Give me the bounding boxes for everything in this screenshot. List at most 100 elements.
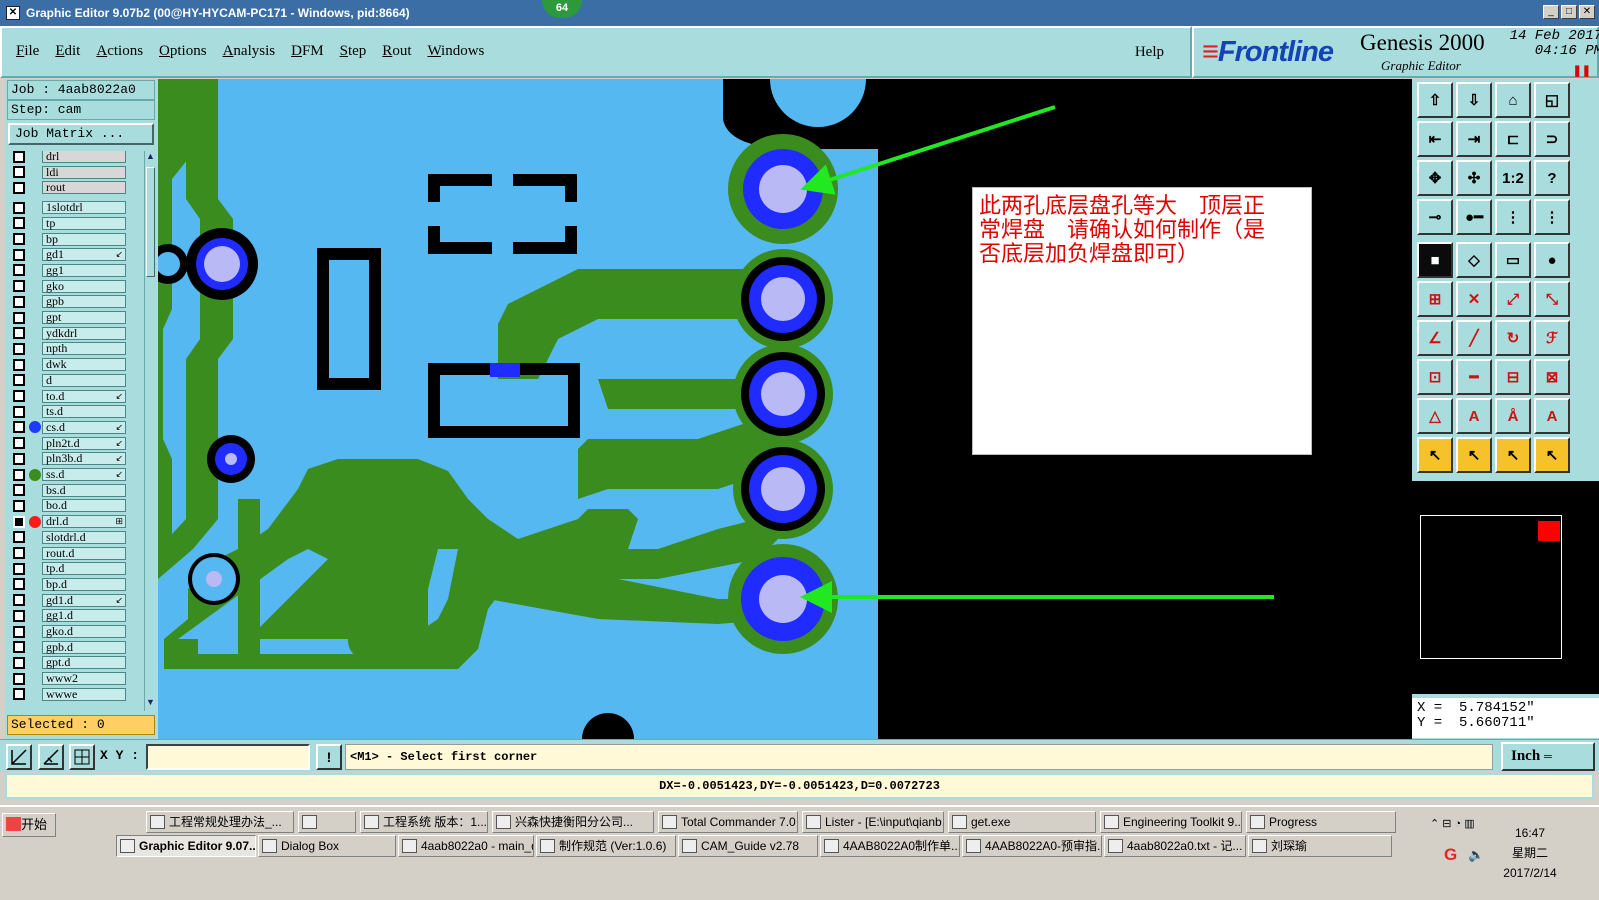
scroll-thumb[interactable] [146, 167, 155, 277]
tray-icons[interactable]: ⌃ ⊟ ◔ ▥ [1430, 817, 1490, 837]
layer-row[interactable]: gko [7, 279, 142, 294]
layer-row[interactable]: bs.d [7, 483, 142, 498]
layer-name[interactable]: gpb.d [42, 640, 126, 654]
layer-name[interactable]: gko [42, 279, 126, 293]
task-row1-5[interactable]: Lister - [E:\input\qianb... [802, 811, 944, 833]
layer-checkbox[interactable] [13, 688, 25, 701]
layer-scrollbar[interactable]: ▲ ▼ [144, 151, 156, 711]
polygon-icon[interactable]: A [1456, 398, 1492, 434]
layer-checkbox[interactable] [13, 515, 25, 528]
layer-row[interactable]: cs.d ↙ [7, 420, 142, 435]
edit-line-icon[interactable]: ∠ [1417, 320, 1453, 356]
layer-checkbox[interactable] [13, 233, 25, 245]
layer-name[interactable]: gpb [42, 295, 126, 309]
volume-icon[interactable]: 🔈 [1468, 847, 1484, 863]
arch-icon[interactable]: Å [1495, 398, 1531, 434]
layer-name[interactable]: drl [42, 151, 126, 163]
task-row2-8[interactable]: 刘琛瑜 [1248, 835, 1392, 857]
layer-name[interactable]: gg1.d [42, 609, 126, 623]
overview-map[interactable] [1412, 481, 1599, 694]
scroll-down-icon[interactable]: ▼ [145, 697, 156, 711]
layer-name[interactable]: bs.d [42, 483, 126, 497]
select-net-icon[interactable]: ↖ [1534, 437, 1570, 473]
task-row1-6[interactable]: get.exe [948, 811, 1096, 833]
layer-name[interactable]: cs.d ↙ [42, 420, 126, 434]
menu-windows[interactable]: Windows [427, 43, 484, 60]
task-row1-8[interactable]: Progress [1246, 811, 1396, 833]
layer-row[interactable]: gg1 [7, 263, 142, 278]
layer-name[interactable]: d [42, 373, 126, 387]
select-touch-icon[interactable]: ↖ [1495, 437, 1531, 473]
snap-icon[interactable]: ⊸ [1417, 199, 1453, 235]
layer-row[interactable]: d [7, 373, 142, 388]
task-row2-1[interactable]: Dialog Box [258, 835, 396, 857]
add-line-icon[interactable]: ⊞ [1417, 281, 1453, 317]
ruler-icon[interactable]: ▭ [1495, 242, 1531, 278]
layer-name[interactable]: ydkdrl [42, 326, 126, 340]
layer-name[interactable]: slotdrl.d [42, 530, 126, 544]
layer-row[interactable]: gko.d [7, 624, 142, 639]
layer-row[interactable]: drl.d ⊞ [7, 514, 142, 529]
layer-row[interactable]: ts.d [7, 404, 142, 419]
job-matrix-button[interactable]: Job Matrix ... [8, 123, 154, 145]
layer-row[interactable]: gpb.d [7, 640, 142, 655]
layer-row[interactable]: ldi [7, 165, 142, 180]
split-icon[interactable]: ━ [1456, 359, 1492, 395]
measure-button[interactable] [38, 744, 64, 770]
pad-icon[interactable]: ■ [1417, 242, 1453, 278]
layer-name[interactable]: gd1.d ↙ [42, 593, 126, 607]
zoom-fit-icon[interactable]: ⊏ [1495, 121, 1531, 157]
layer-checkbox[interactable] [13, 264, 25, 277]
task-row1-7[interactable]: Engineering Toolkit 9.... [1100, 811, 1242, 833]
task-row2-5[interactable]: 4AAB8022A0制作单.... [820, 835, 960, 857]
transform-icon[interactable]: ⊡ [1417, 359, 1453, 395]
layer-down-icon[interactable]: ⇩ [1456, 82, 1492, 118]
layer-name[interactable]: drl.d ⊞ [42, 515, 126, 529]
layer-name[interactable]: npth [42, 342, 126, 356]
layer-row[interactable]: gd1 ↙ [7, 247, 142, 262]
layer-checkbox[interactable] [13, 437, 25, 450]
layer-checkbox[interactable] [13, 327, 25, 340]
task-row2-6[interactable]: 4AAB8022A0-预审指... [962, 835, 1102, 857]
tray-g-icon[interactable]: G [1444, 845, 1457, 865]
graphic-canvas[interactable]: 此两孔底层盘孔等大 顶层正 常焊盘 请确认如何制作（是 否底层加负焊盘即可） [158, 79, 1412, 739]
zoom-window-icon[interactable]: ◱ [1534, 82, 1570, 118]
delete-icon[interactable]: ✕ [1456, 281, 1492, 317]
layer-row[interactable]: gd1.d ↙ [7, 593, 142, 608]
stop-bars-icon[interactable]: ❚❚ [1573, 64, 1591, 77]
layer-row[interactable]: npth [7, 341, 142, 356]
layer-checkbox[interactable] [13, 342, 25, 355]
feature-select-icon[interactable]: ●━ [1456, 199, 1492, 235]
layer-name[interactable]: bp.d [42, 577, 126, 591]
select-arrow-icon[interactable]: ↖ [1417, 437, 1453, 473]
layer-row[interactable]: www2 [7, 671, 142, 686]
menu-help[interactable]: Help [1135, 44, 1164, 61]
arc-icon[interactable]: ↻ [1495, 320, 1531, 356]
layer-row[interactable]: drl [7, 151, 142, 164]
layer-row[interactable]: pln3b.d ↙ [7, 451, 142, 466]
layer-name[interactable]: rout [42, 181, 126, 195]
layer-checkbox[interactable] [13, 594, 25, 607]
layer-checkbox[interactable] [13, 311, 25, 324]
layer-name[interactable]: www2 [42, 672, 126, 686]
shape-icon[interactable]: A [1534, 398, 1570, 434]
zoom-area-button[interactable] [6, 744, 32, 770]
layer-checkbox[interactable] [13, 609, 25, 622]
layer-name[interactable]: ldi [42, 165, 126, 179]
layer-name[interactable]: tp [42, 216, 126, 230]
layer-name[interactable]: ss.d ↙ [42, 468, 126, 481]
menu-actions[interactable]: Actions [96, 43, 143, 60]
move-icon[interactable]: ⤢ [1495, 281, 1531, 317]
scroll-up-icon[interactable]: ▲ [145, 151, 156, 165]
layer-row[interactable]: slotdrl.d [7, 530, 142, 545]
task-row1-3[interactable]: 兴森快捷衡阳分公司... [492, 811, 654, 833]
layer-checkbox[interactable] [13, 390, 25, 402]
layer-row[interactable]: pln2t.d ↙ [7, 436, 142, 451]
layer-row[interactable]: dwk [7, 357, 142, 372]
start-button[interactable]: 开始 [2, 813, 56, 837]
info-button[interactable]: ! [316, 744, 342, 770]
scale-one-to-one-icon[interactable]: 1:2 [1495, 160, 1531, 196]
layer-name[interactable]: pln3b.d ↙ [42, 452, 126, 466]
task-row2-0[interactable]: Graphic Editor 9.07... [116, 835, 256, 857]
layer-row[interactable]: gg1.d [7, 608, 142, 623]
